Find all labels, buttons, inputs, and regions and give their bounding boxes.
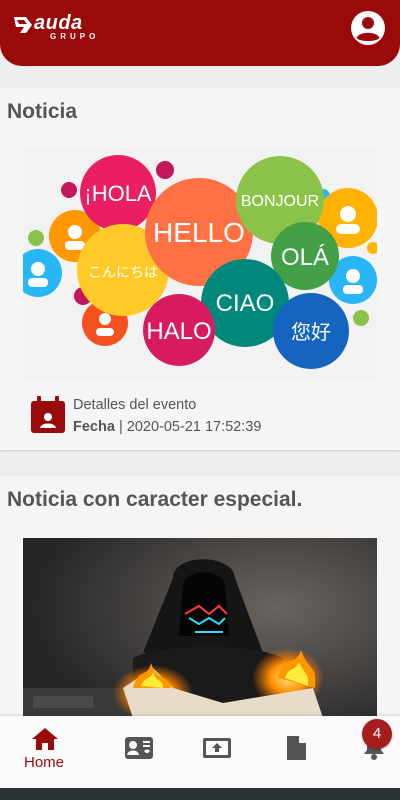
nav-upload[interactable]	[178, 716, 258, 788]
system-navigation-bar	[0, 788, 400, 800]
news-card[interactable]: Noticia ¡HOLA こんにちは HELLO BONJOUR OLÁ CI…	[0, 88, 400, 450]
bottom-navigation: Home	[0, 716, 400, 788]
bubble-text: CIAO	[216, 290, 275, 317]
auda-logo: auda GRUPO	[12, 12, 104, 42]
event-date: Fecha | 2020-05-21 17:52:39	[73, 419, 261, 435]
upload-screen-icon	[203, 738, 231, 758]
event-date-label: Fecha	[73, 419, 115, 435]
languages-speech-bubbles-image[interactable]: ¡HOLA こんにちは HELLO BONJOUR OLÁ CIAO HALO …	[23, 148, 377, 382]
news-title: Noticia con caracter especial.	[7, 488, 303, 511]
account-circle-icon[interactable]	[350, 10, 386, 46]
nav-documents[interactable]	[258, 716, 338, 788]
bubble-text: HALO	[146, 318, 211, 345]
bubble-text: 您好	[291, 320, 331, 344]
contacts-icon	[125, 737, 153, 759]
calendar-event-icon	[31, 396, 65, 433]
event-title: Detalles del evento	[73, 397, 197, 413]
news-card[interactable]: Noticia con caracter especial.	[0, 476, 400, 716]
logo-mark-icon	[14, 17, 32, 33]
event-date-separator: |	[118, 419, 123, 435]
event-date-value: 2020-05-21 17:52:39	[126, 419, 262, 435]
nav-home[interactable]: Home	[0, 716, 80, 788]
bubble-text: こんにちは	[88, 265, 158, 281]
nav-home-label: Home	[23, 754, 64, 771]
bubble-text: BONJOUR	[241, 193, 319, 210]
bubble-text: HELLO	[153, 217, 245, 248]
hooded-figure-burning-newspaper-photo[interactable]	[23, 538, 377, 716]
home-icon	[32, 728, 58, 750]
logo-subtext: GRUPO	[50, 32, 100, 41]
nav-contacts[interactable]	[100, 716, 180, 788]
bubble-text: ¡HOLA	[84, 181, 152, 206]
news-title: Noticia	[7, 100, 78, 123]
notification-count-badge[interactable]: 4	[362, 719, 392, 749]
bubble-text: OLÁ	[281, 244, 329, 271]
app-header: auda GRUPO	[0, 0, 400, 66]
document-icon	[287, 736, 306, 760]
news-feed[interactable]: Noticia ¡HOLA こんにちは HELLO BONJOUR OLÁ CI…	[0, 66, 400, 716]
